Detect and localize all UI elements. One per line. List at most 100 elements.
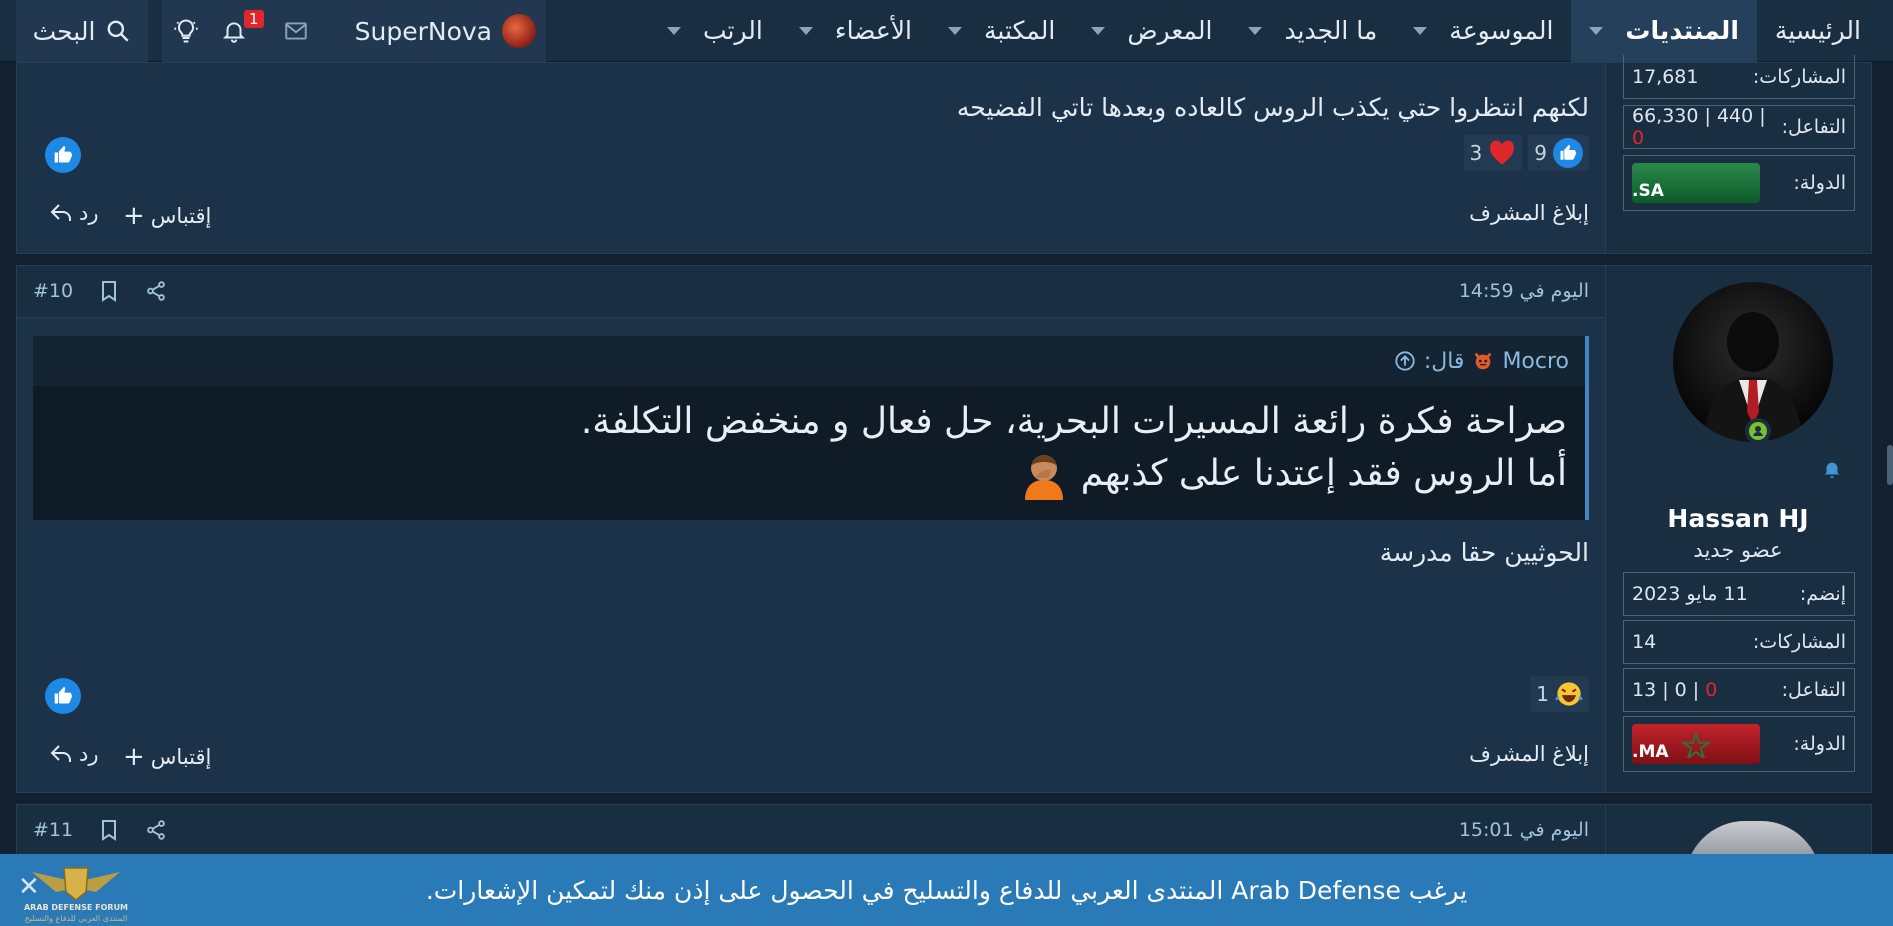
quote-button[interactable]: + إقتباس xyxy=(123,201,211,231)
post-10-body: الحوثيين حقا مدرسة xyxy=(1379,538,1589,567)
laugh-count: 1 xyxy=(1536,682,1549,706)
search-button[interactable]: البحث xyxy=(16,0,148,62)
plus-icon: + xyxy=(123,201,145,231)
joined-value: 11 مايو 2023 xyxy=(1632,583,1748,605)
reply-label: رد xyxy=(79,201,99,225)
post-date[interactable]: اليوم في 15:01 xyxy=(1459,819,1589,841)
quote-line-2: أما الروس فقد إعتدنا على كذبهم xyxy=(1080,453,1567,494)
notification-permission-banner[interactable]: يرغب Arab Defense المنتدى العربي للدفاع … xyxy=(0,854,1893,926)
post-number[interactable]: #11 xyxy=(33,819,73,841)
plus-icon: + xyxy=(123,742,145,772)
nav-ranks[interactable]: الرتب xyxy=(649,0,781,62)
posts-label: المشاركات: xyxy=(1752,65,1846,88)
interaction-value: 66,330 | 440 | xyxy=(1632,105,1766,127)
interaction-value: 13 | 0 | xyxy=(1632,679,1706,701)
reply-icon xyxy=(50,204,71,221)
share-icon[interactable] xyxy=(145,819,167,841)
nav-gallery-label: المعرض xyxy=(1127,16,1213,45)
reply-icon xyxy=(50,745,71,762)
quote-said: قال: xyxy=(1423,348,1465,374)
post-10-footer: إبلاغ المشرف + إقتباس رد xyxy=(33,742,1589,772)
mail-icon[interactable] xyxy=(272,0,320,62)
logo-title: ARAB DEFENSE FORUM xyxy=(24,903,128,912)
posts-label: المشاركات: xyxy=(1752,631,1846,653)
flag-code: SA. xyxy=(1632,181,1664,201)
laugh-reaction[interactable]: 1 xyxy=(1530,676,1589,712)
post-10: Hassan HJ عضو جديد إنضم: 11 مايو 2023 ال… xyxy=(16,265,1872,793)
facepalm-emoji-icon xyxy=(1024,455,1063,500)
quote-label: إقتباس xyxy=(150,204,212,228)
lightbulb-icon[interactable] xyxy=(162,0,210,62)
nav-encyclopedia-label: الموسوعة xyxy=(1449,16,1554,45)
watch-bell-icon[interactable] xyxy=(1821,458,1843,484)
like-button[interactable] xyxy=(45,678,81,714)
like-reaction[interactable]: 9 xyxy=(1528,135,1589,171)
heart-reaction[interactable]: 3 xyxy=(1463,135,1523,171)
chevron-down-icon[interactable] xyxy=(1413,26,1428,35)
post-10-reactions[interactable]: 1 xyxy=(1530,676,1589,712)
nav-library-label: المكتبة xyxy=(984,16,1056,45)
nav-library[interactable]: المكتبة xyxy=(930,0,1073,62)
post-date[interactable]: اليوم في 14:59 xyxy=(1459,280,1589,302)
country-stat: الدولة: MA. xyxy=(1623,716,1855,772)
post-10-user-column: Hassan HJ عضو جديد إنضم: 11 مايو 2023 ال… xyxy=(1605,266,1871,792)
chevron-down-icon[interactable] xyxy=(798,26,813,35)
like-button[interactable] xyxy=(45,137,81,173)
bookmark-icon[interactable] xyxy=(99,819,119,841)
account-username[interactable]: SuperNova xyxy=(355,17,492,46)
online-status-icon xyxy=(1745,418,1771,444)
chevron-down-icon[interactable] xyxy=(1091,26,1106,35)
chevron-down-icon[interactable] xyxy=(948,26,962,35)
interaction-negative: 0 xyxy=(1632,127,1645,149)
interaction-stat: التفاعل: 13 | 0 | 0 xyxy=(1623,668,1855,712)
chevron-down-icon[interactable] xyxy=(1248,26,1263,35)
nav-encyclopedia[interactable]: الموسوعة xyxy=(1395,0,1571,62)
reply-button[interactable]: رد xyxy=(49,201,99,225)
user-title: عضو جديد xyxy=(1693,538,1783,562)
quote-author[interactable]: Mocro xyxy=(1502,349,1569,374)
nav-gallery[interactable]: المعرض xyxy=(1073,0,1230,62)
bookmark-icon[interactable] xyxy=(99,280,119,302)
thumbs-up-icon xyxy=(1553,138,1583,168)
avatar[interactable] xyxy=(502,14,536,48)
post-9-user-column: المشاركات: 17,681 التفاعل: 66,330 | 440 … xyxy=(1605,55,1871,253)
reply-button[interactable]: رد xyxy=(49,742,99,766)
post-author-name[interactable]: Hassan HJ xyxy=(1605,504,1871,533)
interaction-label: التفاعل: xyxy=(1781,679,1846,701)
saudi-flag-icon: SA. xyxy=(1632,163,1760,203)
bell-icon[interactable]: 1 xyxy=(210,0,264,62)
post-9-posts-stat: المشاركات: 17,681 xyxy=(1623,55,1855,99)
post-9-footer: إبلاغ المشرف + إقتباس رد xyxy=(33,201,1589,231)
quote-block: Mocro قال: صراحة فكرة رائعة المسيرات الب… xyxy=(33,336,1589,520)
nav-forums[interactable]: المنتديات xyxy=(1571,0,1757,62)
report-link[interactable]: إبلاغ المشرف xyxy=(1469,201,1589,225)
nav-forums-label: المنتديات xyxy=(1625,16,1739,45)
post-9-reactions[interactable]: 9 3 xyxy=(1463,135,1589,171)
posts-stat: المشاركات: 14 xyxy=(1623,620,1855,664)
share-icon[interactable] xyxy=(145,280,167,302)
nav-home[interactable]: الرئيسية xyxy=(1757,0,1879,62)
search-label: البحث xyxy=(32,16,96,46)
chevron-down-icon[interactable] xyxy=(666,26,681,35)
posts-value: 17,681 xyxy=(1632,65,1699,88)
post-number[interactable]: #10 xyxy=(33,280,73,302)
post-9: المشاركات: 17,681 التفاعل: 66,330 | 440 … xyxy=(16,55,1872,254)
flag-code: MA. xyxy=(1632,742,1669,762)
chevron-down-icon[interactable] xyxy=(1589,26,1604,35)
posts-value: 14 xyxy=(1632,631,1657,653)
nav-whats-new[interactable]: ما الجديد xyxy=(1230,0,1395,62)
joined-stat: إنضم: 11 مايو 2023 xyxy=(1623,572,1855,616)
close-icon[interactable]: ✕ xyxy=(18,872,40,902)
quote-button[interactable]: + إقتباس xyxy=(123,742,211,772)
scrollbar-thumb[interactable] xyxy=(1887,445,1893,485)
like-count: 9 xyxy=(1534,141,1547,165)
search-icon xyxy=(107,20,129,42)
user-toolbar: 1 SuperNova xyxy=(162,0,546,62)
report-link[interactable]: إبلاغ المشرف xyxy=(1469,742,1589,766)
quote-content: صراحة فكرة رائعة المسيرات البحرية، حل فع… xyxy=(33,386,1585,500)
post-actions: #11 xyxy=(33,819,167,841)
arrow-up-circle-icon[interactable] xyxy=(1394,350,1416,372)
nav-members[interactable]: الأعضاء xyxy=(781,0,930,62)
nav-ranks-label: الرتب xyxy=(702,16,763,45)
post-9-body: لكنهم انتظروا حتي يكذب الروس كالعاده وبع… xyxy=(956,93,1589,122)
